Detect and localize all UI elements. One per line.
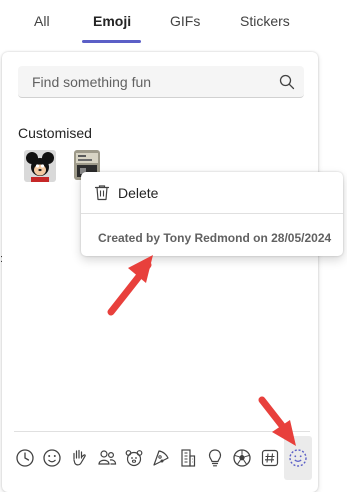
arrow-to-created-by [107,255,153,316]
annotation-arrows [107,255,296,446]
arrow-to-custom-category [258,396,296,446]
